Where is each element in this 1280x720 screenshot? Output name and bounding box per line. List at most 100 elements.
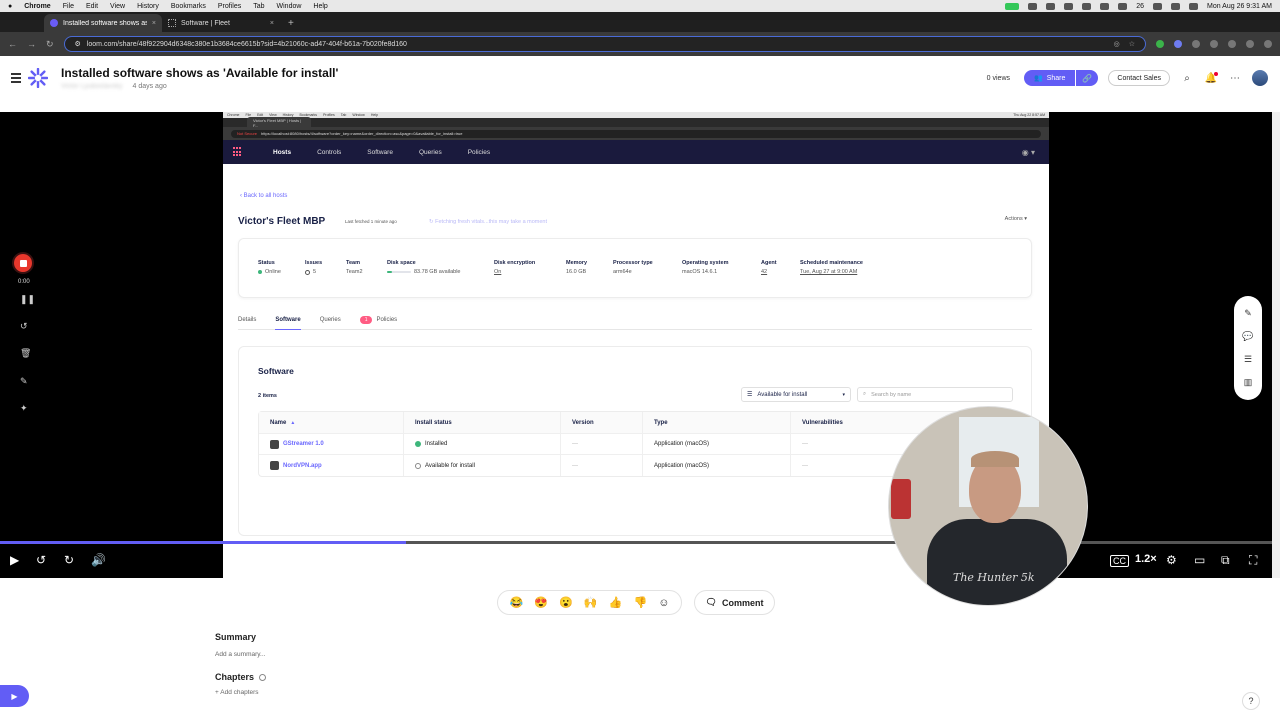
share-button[interactable]: 👥 Share (1024, 70, 1076, 86)
captions-icon[interactable]: CC (1110, 555, 1129, 567)
page-scrollbar[interactable] (1272, 112, 1280, 578)
reaction-love-icon[interactable]: 😍 (534, 596, 548, 609)
status-icon[interactable] (1028, 2, 1038, 10)
account-icon: ◉ ▾ (1021, 147, 1035, 157)
avatar[interactable] (1252, 70, 1268, 86)
contact-sales-button[interactable]: Contact Sales (1108, 70, 1170, 86)
settings-gear-icon[interactable]: ⚙ (1166, 553, 1177, 567)
effects-icon[interactable]: ✦ (20, 403, 28, 414)
menu-app-name[interactable]: Chrome (24, 3, 50, 10)
close-tab-icon[interactable]: × (152, 20, 156, 27)
insights-chart-icon[interactable]: ▥ (1244, 377, 1253, 388)
extension-icon[interactable] (1156, 40, 1164, 48)
info-icon[interactable] (259, 673, 267, 681)
vital-team: Team Team2 (346, 260, 363, 275)
reaction-wow-icon[interactable]: 😮 (559, 596, 573, 609)
browser-tab-fleet[interactable]: Software | Fleet × (162, 14, 280, 32)
forward-5-icon[interactable]: ↻ (64, 553, 74, 567)
status-icon[interactable] (1118, 2, 1128, 10)
hamburger-menu-icon[interactable] (11, 73, 21, 85)
menu-history[interactable]: History (137, 3, 159, 10)
restart-icon[interactable]: ↺ (20, 321, 28, 332)
extension-icon[interactable] (1210, 40, 1218, 48)
search-icon: ⌕ (863, 391, 867, 397)
comment-icon[interactable]: 💬 (1242, 331, 1253, 342)
menu-help[interactable]: Help (313, 3, 327, 10)
forward-arrow-icon[interactable]: → (27, 39, 36, 49)
host-name: Victor's Fleet MBP (238, 216, 326, 227)
wifi-icon[interactable] (1171, 2, 1180, 10)
menu-clock[interactable]: Mon Aug 26 9:31 AM (1207, 3, 1272, 10)
volume-icon[interactable]: 🔊 (91, 553, 106, 567)
status-icon[interactable] (1100, 2, 1110, 10)
profile-icon[interactable] (1246, 40, 1254, 48)
transcript-icon[interactable]: ☰ (1244, 354, 1252, 365)
rewind-5-icon[interactable]: ↺ (36, 553, 46, 567)
fullscreen-icon[interactable]: ⛶ (1249, 553, 1257, 568)
tab-details: Details (238, 317, 257, 323)
menu-file[interactable]: File (63, 3, 74, 10)
add-chapters-link[interactable]: + Add chapters (215, 689, 259, 696)
draw-pencil-icon[interactable]: ✎ (20, 376, 28, 387)
copy-link-button[interactable]: 🔗 (1076, 70, 1099, 86)
menu-window[interactable]: Window (277, 3, 302, 10)
add-reaction-icon[interactable]: ☺ (658, 597, 669, 609)
comment-button[interactable]: 🗨 Comment (694, 590, 775, 615)
search-icon[interactable]: ⌕ (1180, 73, 1194, 84)
link-icon: 🔗 (1082, 73, 1093, 83)
apple-icon[interactable]: ● (8, 3, 12, 10)
facetime-status-icon[interactable] (1005, 2, 1020, 10)
pause-icon[interactable]: ❚❚ (20, 294, 35, 305)
reaction-thumbs-up-icon[interactable]: 👍 (609, 596, 623, 609)
more-options-icon[interactable]: ⋯ (1228, 73, 1242, 84)
author-name[interactable]: Victor Lyuboslavsky (61, 83, 122, 90)
reaction-celebrate-icon[interactable]: 🙌 (584, 596, 598, 609)
loom-logo-icon[interactable] (28, 68, 48, 88)
status-icon[interactable] (1046, 2, 1056, 10)
reload-icon[interactable]: ↻ (46, 39, 54, 50)
extension-icon[interactable] (1174, 40, 1182, 48)
extension-icon[interactable] (1192, 40, 1200, 48)
add-summary-link[interactable]: Add a summary... (215, 651, 265, 658)
menu-profiles[interactable]: Profiles (218, 3, 241, 10)
menu-bookmarks[interactable]: Bookmarks (171, 3, 206, 10)
search-icon[interactable] (1189, 2, 1198, 10)
site-info-icon[interactable]: ⚙ (75, 40, 81, 48)
address-bar[interactable]: ⚙ loom.com/share/48f922904d6348c380e1b36… (63, 36, 1146, 52)
extension-icon[interactable] (1228, 40, 1236, 48)
picture-in-picture-icon[interactable]: ⧉ (1221, 553, 1230, 568)
software-search-input: ⌕ Search by name (857, 387, 1013, 402)
playback-speed[interactable]: 1.2× (1135, 553, 1157, 565)
video-title[interactable]: Installed software shows as 'Available f… (61, 66, 338, 80)
close-tab-icon[interactable]: × (270, 20, 274, 27)
webcam-bubble[interactable]: The Hunter 5k (888, 406, 1088, 606)
notifications-bell-icon[interactable]: 🔔 (1204, 71, 1218, 84)
menu-tab[interactable]: Tab (253, 3, 264, 10)
tab-software: Software (275, 314, 301, 330)
status-icon[interactable] (1064, 2, 1074, 10)
new-tab-icon[interactable]: + (288, 18, 294, 29)
play-icon[interactable]: ▶ (10, 553, 19, 567)
record-video-button[interactable]: ▶ (0, 685, 29, 707)
status-icon[interactable] (1082, 2, 1092, 10)
calendar-badge[interactable]: 26 (1136, 3, 1144, 10)
help-button[interactable]: ? (1242, 692, 1260, 710)
theater-mode-icon[interactable]: ▭ (1194, 553, 1205, 567)
reaction-thumbs-down-icon[interactable]: 👎 (633, 596, 647, 609)
menu-view[interactable]: View (110, 3, 125, 10)
share-label: Share (1046, 74, 1066, 82)
back-arrow-icon[interactable]: ← (8, 39, 17, 49)
battery-icon[interactable] (1153, 2, 1162, 10)
kebab-menu-icon[interactable] (1264, 40, 1272, 48)
bookmark-star-icon[interactable]: ☆ (1129, 40, 1135, 48)
recorder-time: 0:00 (18, 279, 30, 285)
browser-tab-loom[interactable]: Installed software shows as 'A... × (44, 14, 162, 32)
reaction-laugh-icon[interactable]: 😂 (510, 596, 524, 609)
stop-recording-button[interactable] (12, 252, 34, 274)
trash-icon[interactable]: 🗑 (20, 348, 31, 359)
view-count[interactable]: 0 views (987, 75, 1010, 82)
nav-policies: Policies (467, 148, 491, 156)
menu-edit[interactable]: Edit (86, 3, 98, 10)
edit-pencil-icon[interactable]: ✎ (1244, 308, 1252, 319)
eye-slash-icon[interactable]: ◎ (1114, 40, 1120, 48)
